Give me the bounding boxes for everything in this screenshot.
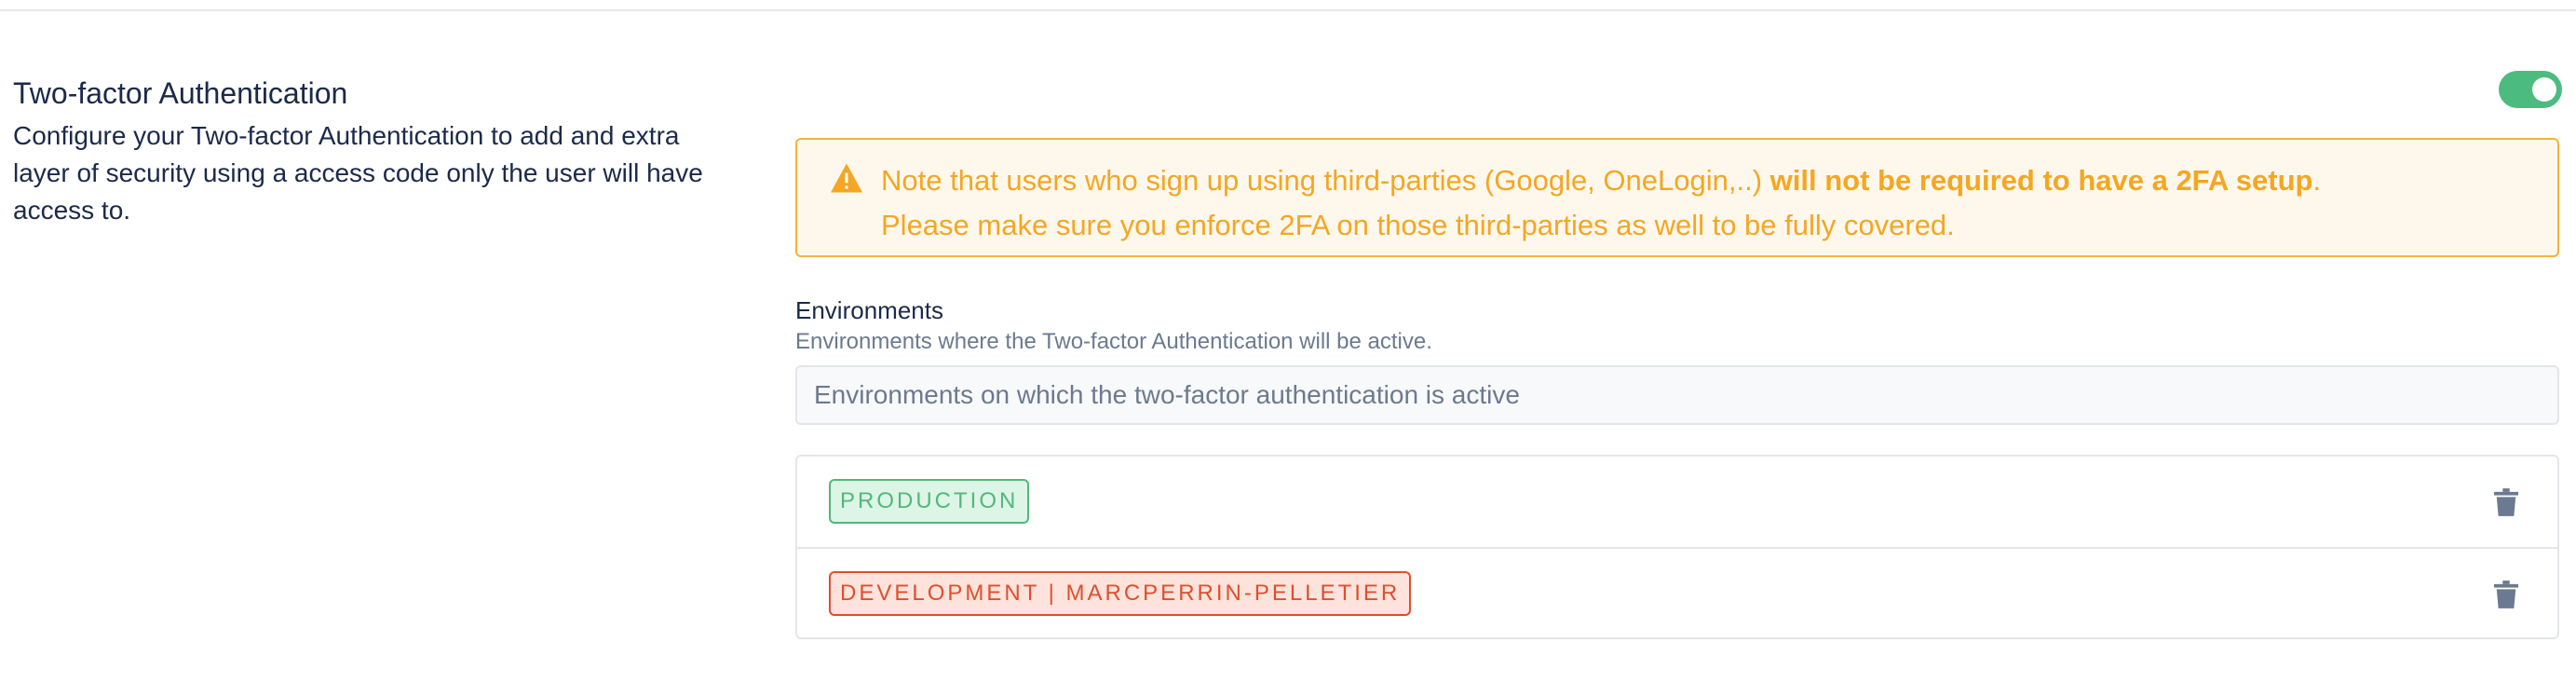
section-info: Two-factor Authentication Configure your… xyxy=(13,73,730,229)
warning-line-1: Note that users who sign up using third-… xyxy=(881,158,2520,203)
warning-text-bold: will not be required to have a 2FA setup xyxy=(1769,164,2313,197)
environments-input[interactable] xyxy=(795,365,2559,425)
environments-help-text: Environments where the Two-factor Authen… xyxy=(795,329,1432,354)
two-factor-toggle[interactable] xyxy=(2499,71,2562,108)
warning-text: Note that users who sign up using third-… xyxy=(881,158,2520,248)
top-divider xyxy=(0,9,2576,11)
environment-row: DEVELOPMENT | MARCPERRIN-PELLETIER xyxy=(797,547,2557,637)
environment-tag-production: PRODUCTION xyxy=(829,479,1030,524)
warning-text-before: Note that users who sign up using third-… xyxy=(881,164,1770,197)
section-title: Two-factor Authentication xyxy=(13,76,348,110)
trash-icon[interactable] xyxy=(2494,488,2518,516)
warning-line-2: Please make sure you enforce 2FA on thos… xyxy=(881,209,1955,241)
warning-text-after: . xyxy=(2312,164,2322,197)
section-description: Configure your Two-factor Authentication… xyxy=(13,121,703,225)
warning-alert: Note that users who sign up using third-… xyxy=(795,138,2559,257)
environments-list: PRODUCTION DEVELOPMENT | MARCPERRIN-PELL… xyxy=(795,455,2559,639)
warning-triangle-icon xyxy=(831,163,862,193)
environment-tag-development: DEVELOPMENT | MARCPERRIN-PELLETIER xyxy=(829,571,1412,616)
environments-label: Environments xyxy=(795,296,943,324)
trash-icon[interactable] xyxy=(2494,581,2518,608)
environment-row: PRODUCTION xyxy=(797,457,2557,547)
toggle-knob xyxy=(2532,77,2556,102)
